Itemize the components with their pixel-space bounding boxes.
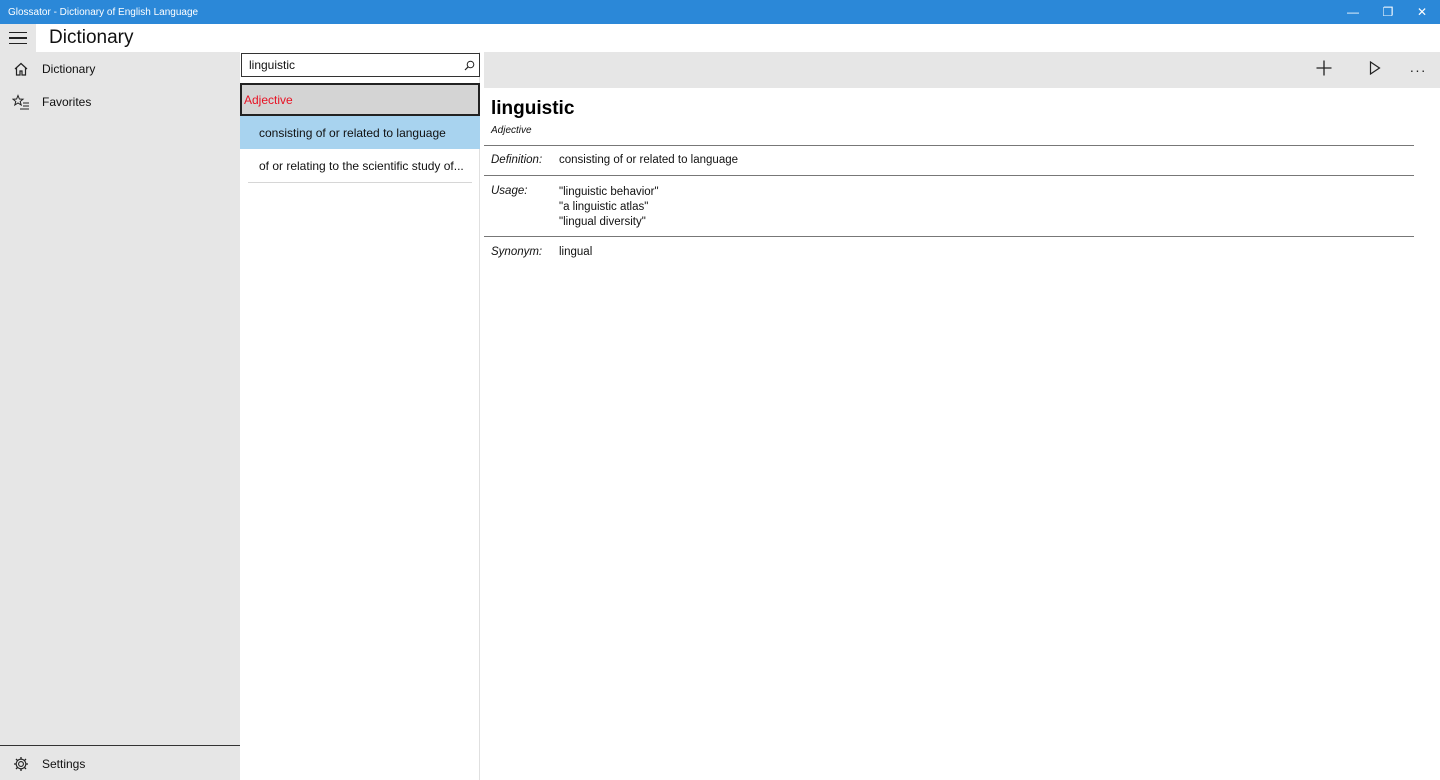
nav-divider (0, 745, 240, 746)
usage-examples: "linguistic behavior" "a linguistic atla… (559, 185, 659, 230)
list-item[interactable]: of or relating to the scientific study o… (240, 149, 480, 182)
left-nav: Dictionary Favorites Settings (0, 52, 240, 780)
list-divider (248, 182, 472, 183)
divider (484, 175, 1414, 176)
usage-label: Usage: (491, 185, 528, 197)
search-box (241, 53, 480, 77)
hamburger-icon (9, 30, 27, 47)
minimize-button[interactable]: — (1336, 0, 1370, 24)
star-list-icon (0, 93, 42, 110)
close-button[interactable]: ✕ (1405, 0, 1439, 24)
usage-example: "linguistic behavior" (559, 186, 659, 198)
more-options-button[interactable]: ··· (1400, 52, 1436, 88)
home-icon (0, 61, 42, 77)
nav-item-settings[interactable]: Settings (0, 747, 240, 780)
search-icon[interactable] (459, 60, 479, 71)
part-of-speech-header[interactable]: Adjective (240, 83, 480, 116)
synonym-text: lingual (559, 246, 593, 258)
entry-part-of-speech: Adjective (491, 125, 532, 136)
gear-icon (0, 756, 42, 772)
entry-toolbar: ··· (484, 52, 1440, 88)
nav-item-label: Settings (42, 756, 86, 771)
list-item[interactable]: consisting of or related to language (240, 116, 480, 149)
divider (484, 236, 1414, 237)
plus-icon (1316, 60, 1332, 81)
usage-example: "lingual diversity" (559, 216, 646, 228)
search-input[interactable] (242, 55, 459, 75)
synonym-label: Synonym: (491, 246, 543, 258)
restore-button[interactable]: ❐ (1371, 0, 1405, 24)
nav-item-favorites[interactable]: Favorites (0, 85, 240, 118)
pronounce-button[interactable] (1357, 52, 1393, 88)
definition-label: Definition: (491, 154, 543, 166)
title-bar: Glossator - Dictionary of English Langua… (0, 0, 1440, 24)
nav-item-label: Favorites (42, 94, 92, 109)
page-title: Dictionary (49, 27, 134, 48)
usage-example: "a linguistic atlas" (559, 201, 649, 213)
add-to-favorites-button[interactable] (1306, 52, 1342, 88)
window-title: Glossator - Dictionary of English Langua… (8, 6, 199, 18)
play-icon (1369, 60, 1381, 80)
nav-item-label: Dictionary (42, 61, 96, 76)
entry-word: linguistic (491, 98, 575, 119)
definition-text: consisting of or related to language (559, 154, 739, 166)
nav-item-dictionary[interactable]: Dictionary (0, 52, 240, 85)
hamburger-menu-button[interactable] (0, 24, 36, 52)
divider (484, 145, 1414, 146)
results-pane: Adjective consisting of or related to la… (240, 52, 480, 780)
